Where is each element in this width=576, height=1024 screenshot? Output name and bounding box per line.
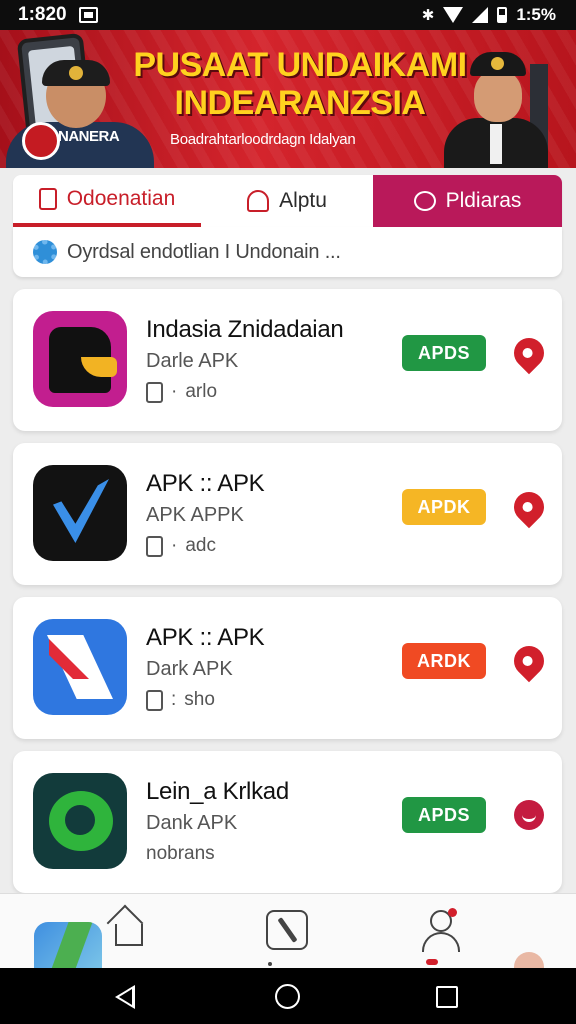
app-name: APK :: APK bbox=[146, 470, 265, 497]
apk-button[interactable]: APDS bbox=[402, 335, 486, 371]
heart-icon[interactable] bbox=[507, 485, 551, 529]
officer-cap bbox=[42, 60, 110, 86]
gear-icon bbox=[33, 240, 57, 264]
tab-label: Pldiaras bbox=[445, 189, 522, 212]
officer-right-body bbox=[444, 118, 548, 168]
app-meta: : sho bbox=[146, 689, 215, 711]
banner-logo-text: NANERA bbox=[58, 128, 120, 145]
apk-button[interactable]: APDK bbox=[402, 489, 486, 525]
nav-indicator-dot bbox=[268, 962, 272, 966]
tab-pldiaras[interactable]: Pldiaras bbox=[373, 175, 562, 227]
chat-icon bbox=[413, 191, 436, 211]
banner-title-line2: INDEARANZSIA bbox=[174, 84, 426, 122]
clipboard-icon bbox=[146, 381, 163, 403]
banner-title: PUSAAT UNDAIKAMI INDEARANZSIA bbox=[120, 46, 480, 122]
tab-bar: Odoenatian Alptu Pldiaras bbox=[13, 175, 562, 227]
heart-icon[interactable] bbox=[507, 331, 551, 375]
app-icon-map bbox=[33, 619, 127, 715]
tab-odoenatian[interactable]: Odoenatian bbox=[13, 175, 201, 227]
app-meta-text: sho bbox=[184, 689, 215, 710]
home-button-icon[interactable] bbox=[275, 984, 300, 1009]
app-meta-text: arlo bbox=[185, 381, 218, 402]
app-subtitle: Darle APK bbox=[146, 350, 239, 372]
map-shape bbox=[47, 635, 113, 699]
search-bar[interactable]: Oyrdsal endotlian I Undonain ... bbox=[13, 227, 562, 277]
notification-dot bbox=[448, 908, 457, 917]
officer-illustration-right bbox=[440, 52, 552, 168]
battery-icon bbox=[497, 7, 508, 23]
meta-separator: · bbox=[171, 381, 178, 402]
app-card[interactable]: APK :: APK Dark APK : sho ARDK bbox=[13, 597, 562, 739]
document-icon bbox=[38, 188, 57, 210]
app-subtitle: APK APPK bbox=[146, 504, 244, 526]
status-left: 1:820 bbox=[18, 4, 98, 26]
app-subtitle: Dank APK bbox=[146, 812, 238, 834]
battery-level: 1:5% bbox=[516, 5, 556, 24]
status-time: 1:820 bbox=[18, 4, 67, 25]
partial-action-icon bbox=[514, 952, 544, 969]
banner-subtitle: Boadrahtarloodrdagn Idalyan bbox=[170, 131, 356, 148]
system-navigation-bar bbox=[0, 968, 576, 1024]
circle-icon[interactable] bbox=[514, 800, 544, 830]
app-meta: · arlo bbox=[146, 381, 217, 403]
apk-button[interactable]: APDS bbox=[402, 797, 486, 833]
app-name: Indasia Znidadaian bbox=[146, 316, 344, 343]
app-card[interactable]: Indasia Znidadaian Darle APK · arlo APDS bbox=[13, 289, 562, 431]
app-icon-check bbox=[33, 465, 127, 561]
app-subtitle: Dark APK bbox=[146, 658, 233, 680]
bluetooth-icon: ✱ bbox=[421, 7, 435, 24]
app-name: APK :: APK bbox=[146, 624, 265, 651]
recent-apps-icon[interactable] bbox=[436, 986, 458, 1008]
tab-label: Alptu bbox=[279, 189, 327, 212]
app-name: Lein_a Krlkad bbox=[146, 778, 289, 805]
check-shape bbox=[53, 479, 109, 543]
wifi-icon bbox=[443, 7, 464, 23]
tab-label: Odoenatian bbox=[66, 187, 176, 210]
app-meta-text: nobrans bbox=[146, 843, 215, 864]
tab-alptu[interactable]: Alptu bbox=[201, 175, 373, 227]
clipboard-icon bbox=[146, 535, 163, 557]
chat-bubble-shape bbox=[49, 791, 113, 851]
bell-icon bbox=[247, 190, 270, 212]
app-meta: · adc bbox=[146, 535, 216, 557]
partial-app-icon bbox=[34, 922, 102, 969]
app-card[interactable]: Lein_a Krlkad Dank APK nobrans APDS bbox=[13, 751, 562, 893]
meta-separator: : bbox=[171, 689, 177, 710]
tools-box bbox=[266, 910, 308, 950]
officer-right-cap bbox=[470, 52, 526, 76]
nav-indicator-red bbox=[426, 959, 438, 965]
clipboard-icon bbox=[146, 689, 163, 711]
banner-title-line1: PUSAAT UNDAIKAMI bbox=[133, 46, 467, 84]
profile-icon[interactable] bbox=[418, 908, 464, 954]
officer-right-head bbox=[474, 70, 522, 122]
back-icon[interactable] bbox=[115, 985, 135, 1009]
profile-shoulders bbox=[422, 932, 460, 952]
app-meta-text: adc bbox=[185, 535, 216, 556]
promo-banner[interactable]: NANERA PUSAAT UNDAIKAMI INDEARANZSIA Boa… bbox=[0, 30, 576, 168]
gallery-notification-icon bbox=[78, 7, 98, 23]
signal-icon bbox=[472, 7, 489, 23]
police-badge-icon bbox=[22, 122, 60, 160]
app-meta: nobrans bbox=[146, 843, 215, 865]
apk-button[interactable]: ARDK bbox=[402, 643, 486, 679]
search-text: Oyrdsal endotlian I Undonain ... bbox=[67, 240, 341, 263]
app-icon-penguin bbox=[33, 311, 127, 407]
tools-icon[interactable] bbox=[264, 908, 310, 954]
bottom-navigation bbox=[0, 893, 576, 969]
status-right: ✱ 1:5% bbox=[422, 5, 556, 25]
status-bar: 1:820 ✱ 1:5% bbox=[0, 0, 576, 30]
meta-separator: · bbox=[171, 535, 178, 556]
app-card[interactable]: APK :: APK APK APPK · adc APDK bbox=[13, 443, 562, 585]
home-icon[interactable] bbox=[106, 904, 152, 954]
heart-icon[interactable] bbox=[507, 639, 551, 683]
home-wall bbox=[115, 924, 143, 946]
app-icon-chat-bubble bbox=[33, 773, 127, 869]
